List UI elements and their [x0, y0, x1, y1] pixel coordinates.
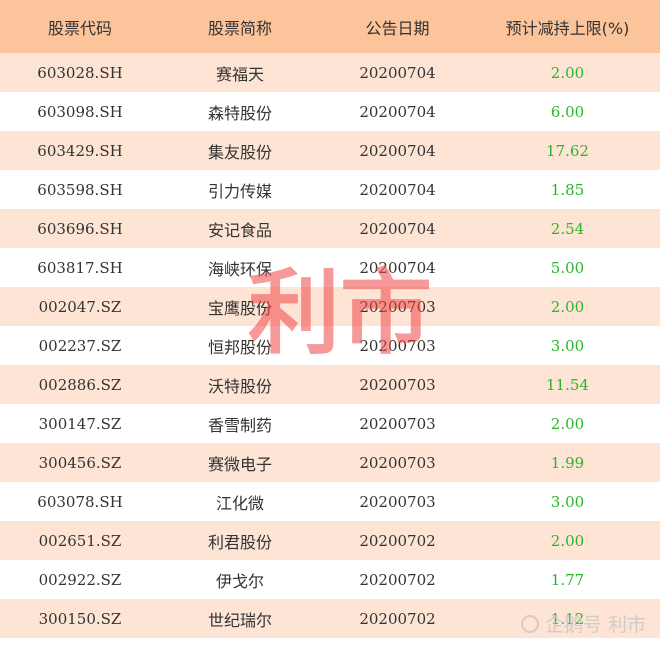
- cell-reduction-limit: 5.00: [550, 258, 585, 277]
- cell-announce-date: 20200703: [359, 297, 436, 316]
- table-row: 300456.SZ 赛微电子 20200703 1.99: [0, 443, 660, 482]
- cell-announce-date: 20200702: [359, 531, 436, 550]
- cell-stock-code: 002886.SZ: [38, 375, 122, 394]
- cell-reduction-limit: 3.00: [550, 336, 585, 355]
- table-row: 002237.SZ 恒邦股份 20200703 3.00: [0, 326, 660, 365]
- cell-announce-date: 20200702: [359, 570, 436, 589]
- cell-announce-date: 20200702: [359, 609, 436, 628]
- cell-announce-date: 20200704: [359, 258, 436, 277]
- cell-stock-name: 海峡环保: [207, 259, 272, 279]
- cell-stock-code: 002651.SZ: [38, 531, 122, 550]
- cell-announce-date: 20200703: [359, 414, 436, 433]
- cell-announce-date: 20200703: [359, 336, 436, 355]
- cell-stock-code: 002922.SZ: [38, 570, 122, 589]
- table-row: 300147.SZ 香雪制药 20200703 2.00: [0, 404, 660, 443]
- cell-stock-name: 世纪瑞尔: [207, 610, 272, 630]
- table-row: 002886.SZ 沃特股份 20200703 11.54: [0, 365, 660, 404]
- header-announce-date: 公告日期: [365, 18, 430, 38]
- table-row: 002047.SZ 宝鹰股份 20200703 2.00: [0, 287, 660, 326]
- table-row: 002922.SZ 伊戈尔 20200702 1.77: [0, 560, 660, 599]
- table-row: 603429.SH 集友股份 20200704 17.62: [0, 131, 660, 170]
- table-row: 603696.SH 安记食品 20200704 2.54: [0, 209, 660, 248]
- table-row: 603078.SH 江化微 20200703 3.00: [0, 482, 660, 521]
- table-row: 300150.SZ 世纪瑞尔 20200702 1.12: [0, 599, 660, 638]
- cell-stock-code: 603696.SH: [37, 219, 123, 238]
- cell-reduction-limit: 2.00: [550, 297, 585, 316]
- cell-stock-name: 安记食品: [207, 220, 272, 240]
- cell-stock-code: 002237.SZ: [38, 336, 122, 355]
- cell-announce-date: 20200703: [359, 453, 436, 472]
- cell-stock-code: 603098.SH: [37, 102, 123, 121]
- cell-reduction-limit: 1.99: [550, 453, 585, 472]
- cell-reduction-limit: 1.77: [550, 570, 585, 589]
- table-row: 603098.SH 森特股份 20200704 6.00: [0, 92, 660, 131]
- cell-stock-code: 603598.SH: [37, 180, 123, 199]
- cell-stock-name: 赛福天: [215, 64, 264, 84]
- header-reduction-limit: 预计减持上限(%): [505, 18, 630, 38]
- cell-stock-code: 002047.SZ: [38, 297, 122, 316]
- cell-reduction-limit: 2.00: [550, 531, 585, 550]
- cell-stock-code: 603028.SH: [37, 63, 123, 82]
- cell-stock-name: 伊戈尔: [215, 571, 264, 591]
- cell-reduction-limit: 2.00: [550, 414, 585, 433]
- cell-announce-date: 20200704: [359, 141, 436, 160]
- cell-stock-name: 江化微: [215, 493, 264, 513]
- cell-reduction-limit: 11.54: [546, 375, 589, 394]
- cell-stock-name: 宝鹰股份: [207, 298, 272, 318]
- cell-stock-name: 香雪制药: [207, 415, 272, 435]
- table-row: 603817.SH 海峡环保 20200704 5.00: [0, 248, 660, 287]
- cell-announce-date: 20200703: [359, 375, 436, 394]
- cell-reduction-limit: 2.54: [550, 219, 585, 238]
- reduction-table: 股票代码 股票简称 公告日期 预计减持上限(%) 603028.SH 赛福天 202…: [0, 0, 660, 638]
- cell-stock-name: 赛微电子: [207, 454, 272, 474]
- cell-reduction-limit: 6.00: [550, 102, 585, 121]
- cell-announce-date: 20200704: [359, 102, 436, 121]
- cell-stock-name: 沃特股份: [207, 376, 272, 396]
- header-stock-name: 股票简称: [207, 18, 272, 38]
- cell-stock-code: 603078.SH: [37, 492, 123, 511]
- cell-stock-name: 集友股份: [207, 142, 272, 162]
- table-header-row: 股票代码 股票简称 公告日期 预计减持上限(%): [0, 0, 660, 53]
- cell-reduction-limit: 1.12: [550, 609, 585, 628]
- cell-reduction-limit: 1.85: [550, 180, 585, 199]
- cell-announce-date: 20200704: [359, 63, 436, 82]
- cell-announce-date: 20200704: [359, 180, 436, 199]
- cell-reduction-limit: 2.00: [550, 63, 585, 82]
- table-row: 603028.SH 赛福天 20200704 2.00: [0, 53, 660, 92]
- cell-stock-name: 引力传媒: [207, 181, 272, 201]
- cell-reduction-limit: 17.62: [546, 141, 589, 160]
- cell-stock-name: 森特股份: [207, 103, 272, 123]
- cell-stock-code: 300150.SZ: [38, 609, 122, 628]
- table-row: 002651.SZ 利君股份 20200702 2.00: [0, 521, 660, 560]
- cell-stock-code: 300147.SZ: [38, 414, 122, 433]
- cell-stock-name: 利君股份: [207, 532, 272, 552]
- header-stock-code: 股票代码: [47, 18, 112, 38]
- table-row: 603598.SH 引力传媒 20200704 1.85: [0, 170, 660, 209]
- cell-stock-name: 恒邦股份: [207, 337, 272, 357]
- cell-announce-date: 20200704: [359, 219, 436, 238]
- cell-reduction-limit: 3.00: [550, 492, 585, 511]
- cell-stock-code: 300456.SZ: [38, 453, 122, 472]
- cell-stock-code: 603429.SH: [37, 141, 123, 160]
- cell-announce-date: 20200703: [359, 492, 436, 511]
- cell-stock-code: 603817.SH: [37, 258, 123, 277]
